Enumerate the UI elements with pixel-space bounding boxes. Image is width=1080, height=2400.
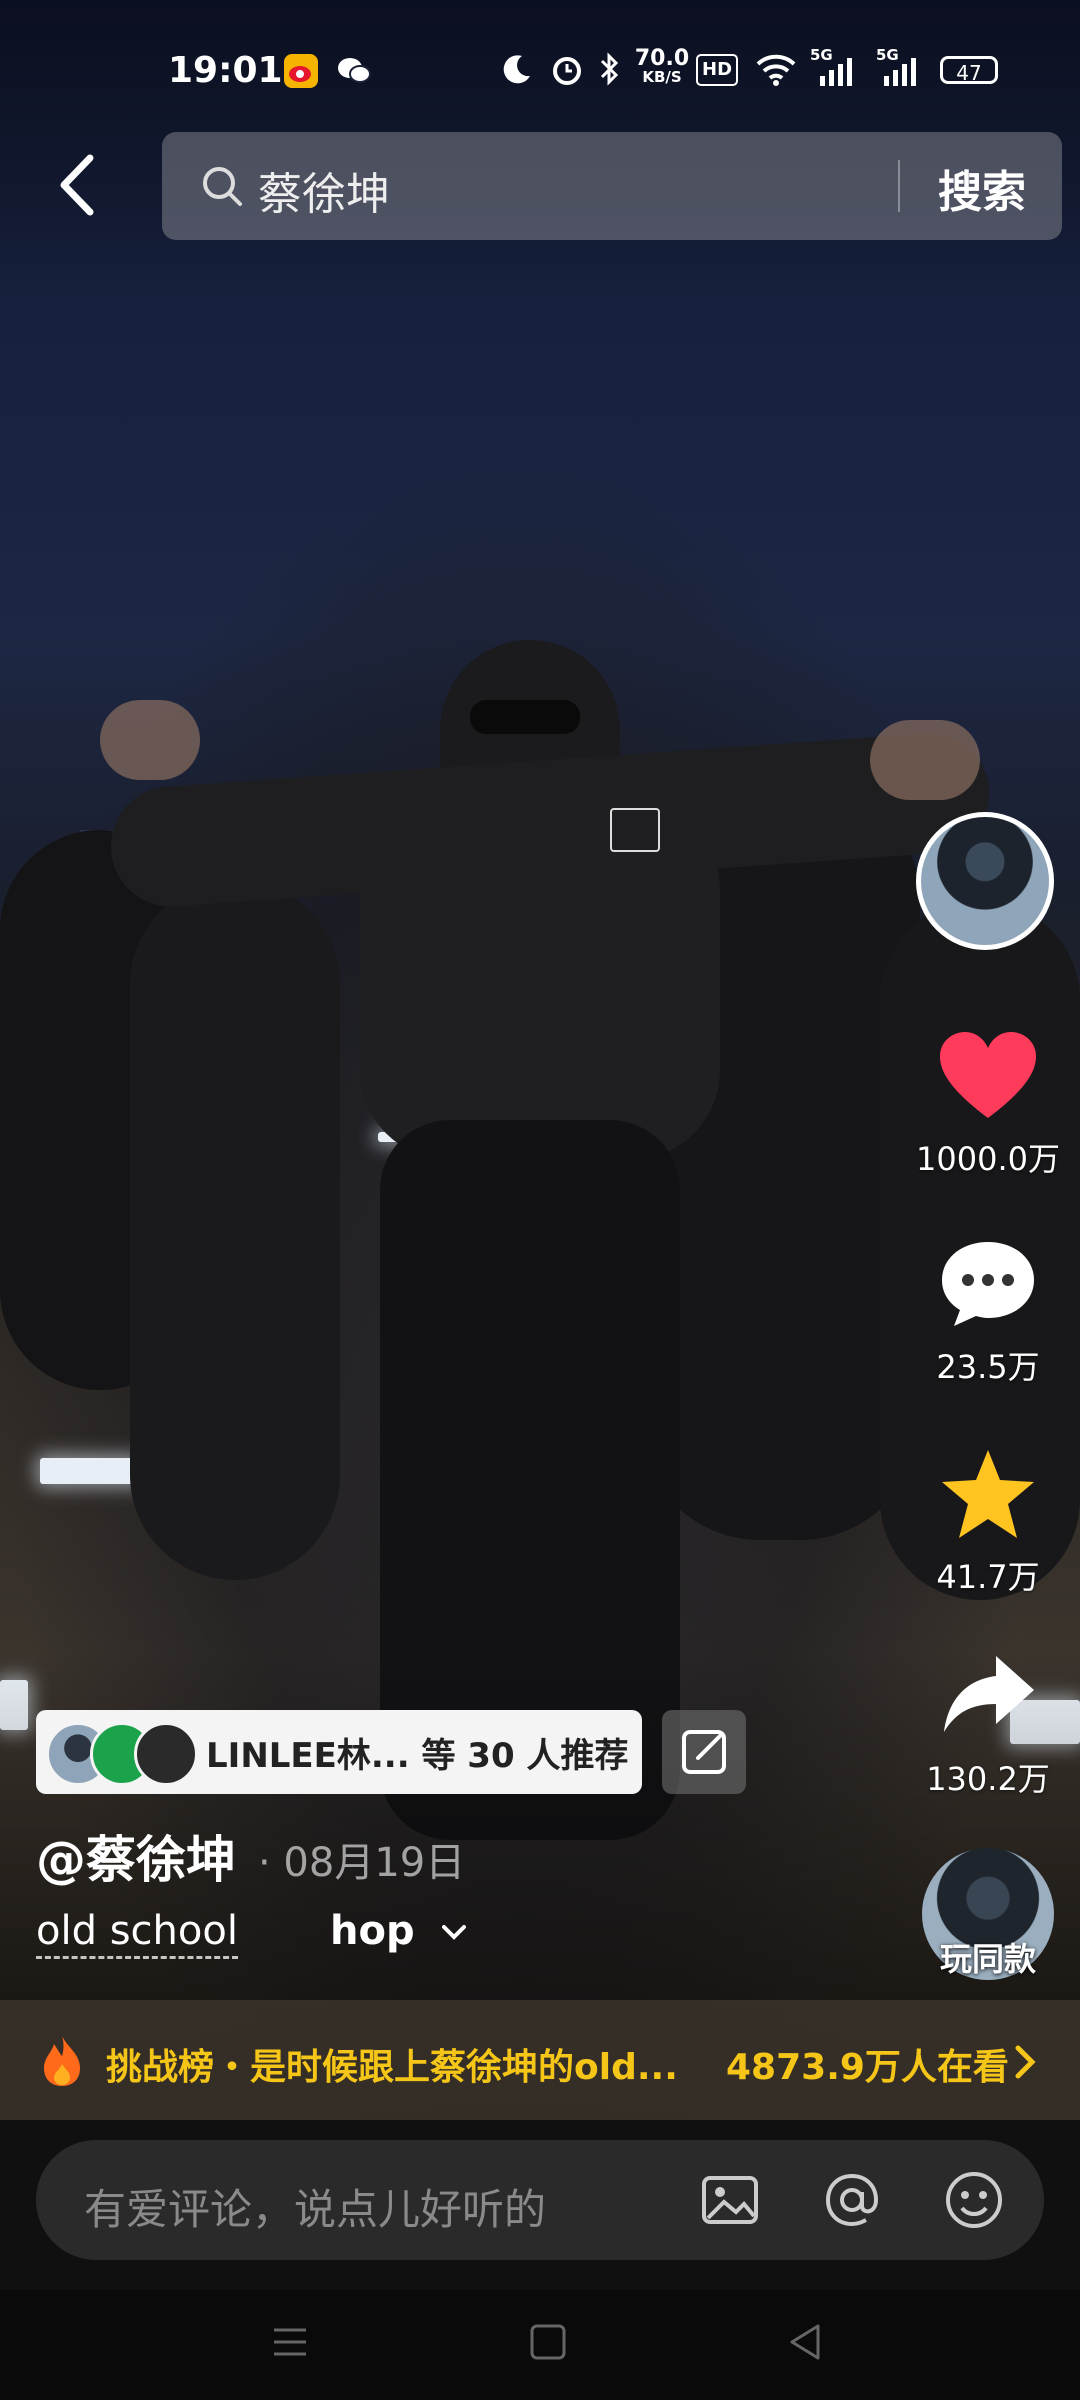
fire-icon: [44, 2036, 80, 2086]
signal-icon: [882, 56, 920, 90]
comment-icon: [942, 1242, 1034, 1326]
favorite-button[interactable]: 41.7万: [908, 1448, 1068, 1598]
bluetooth-icon: [598, 52, 622, 86]
share-button[interactable]: 130.2万: [908, 1650, 1068, 1800]
moon-icon: [500, 52, 534, 86]
floor-light: [40, 1458, 140, 1484]
sunglasses: [470, 700, 580, 734]
status-bar: 19:01 70.0 KB/S HD 5G 5G 47: [0, 40, 1080, 104]
search-divider: [898, 160, 900, 212]
dancer-figure: [130, 880, 340, 1580]
system-nav-bar: [0, 2290, 1080, 2400]
recommend-text: LINLEE林... 等 30 人推荐: [206, 1736, 629, 1776]
share-arrow-icon: [944, 1656, 1034, 1732]
search-icon: [203, 167, 242, 206]
recommender-avatar: [134, 1722, 198, 1786]
favorite-count: 41.7万: [936, 1558, 1040, 1596]
signal-icon: [818, 56, 856, 90]
weibo-icon: [284, 54, 318, 88]
comment-count: 23.5万: [936, 1348, 1040, 1386]
hd-badge: HD: [696, 54, 739, 86]
like-count: 1000.0万: [916, 1140, 1060, 1178]
author-name[interactable]: @蔡徐坤: [36, 1820, 236, 1892]
wechat-icon: [336, 54, 371, 88]
challenge-text: 挑战榜・是时候跟上蔡徐坤的old...: [106, 2047, 678, 2088]
recommend-chip[interactable]: LINLEE林... 等 30 人推荐: [36, 1710, 642, 1794]
main-dancer-torso: [360, 800, 720, 1160]
hand-blur: [100, 700, 200, 780]
home-square-icon[interactable]: [526, 2320, 570, 2364]
music-text: hop: [330, 1908, 415, 1954]
comment-input[interactable]: 有爱评论，说点儿好听的: [36, 2140, 1044, 2260]
chevron-right-icon: [1015, 2045, 1036, 2079]
music-tag[interactable]: hop: [330, 1908, 469, 1954]
author-avatar[interactable]: [916, 812, 1054, 950]
menu-icon[interactable]: [268, 2320, 312, 2364]
topic-tag[interactable]: old school: [36, 1908, 238, 1959]
edit-button[interactable]: [662, 1710, 746, 1794]
net-speed: 70.0 KB/S: [634, 46, 690, 86]
comment-placeholder: 有爱评论，说点儿好听的: [84, 2185, 547, 2234]
image-icon[interactable]: [698, 2168, 762, 2232]
play-same-label: 玩同款: [939, 1940, 1036, 1978]
viewer-count: 4873.9万人在看: [726, 2047, 1009, 2088]
alarm-icon: [550, 52, 584, 86]
post-date: · 08月19日: [258, 1840, 466, 1886]
hand-blur: [870, 720, 980, 800]
challenge-banner[interactable]: 挑战榜・是时候跟上蔡徐坤的old... 4873.9万人在看: [0, 2000, 1080, 2120]
edit-icon: [682, 1730, 726, 1774]
like-button[interactable]: 1000.0万: [908, 1030, 1068, 1180]
back-triangle-icon[interactable]: [784, 2320, 828, 2364]
search-button[interactable]: 搜索: [938, 156, 1026, 220]
status-time: 19:01: [168, 50, 283, 91]
play-same-button[interactable]: 玩同款: [922, 1848, 1054, 1980]
back-button[interactable]: [52, 150, 108, 220]
share-count: 130.2万: [926, 1760, 1050, 1798]
comment-bar: 有爱评论，说点儿好听的: [0, 2120, 1080, 2290]
chevron-left-icon: [60, 154, 94, 216]
hoodie-patch: [610, 808, 660, 852]
wifi-icon: [754, 52, 798, 86]
search-input[interactable]: 蔡徐坤: [258, 158, 390, 222]
chevron-down-icon: [441, 1925, 466, 1940]
comment-button[interactable]: 23.5万: [908, 1238, 1068, 1388]
heart-icon: [940, 1032, 1036, 1118]
star-icon: [942, 1450, 1034, 1538]
search-bar[interactable]: 蔡徐坤 搜索: [162, 132, 1062, 240]
emoji-icon[interactable]: [942, 2168, 1006, 2232]
battery-indicator: 47: [940, 56, 998, 85]
at-mention-icon[interactable]: [820, 2168, 884, 2232]
